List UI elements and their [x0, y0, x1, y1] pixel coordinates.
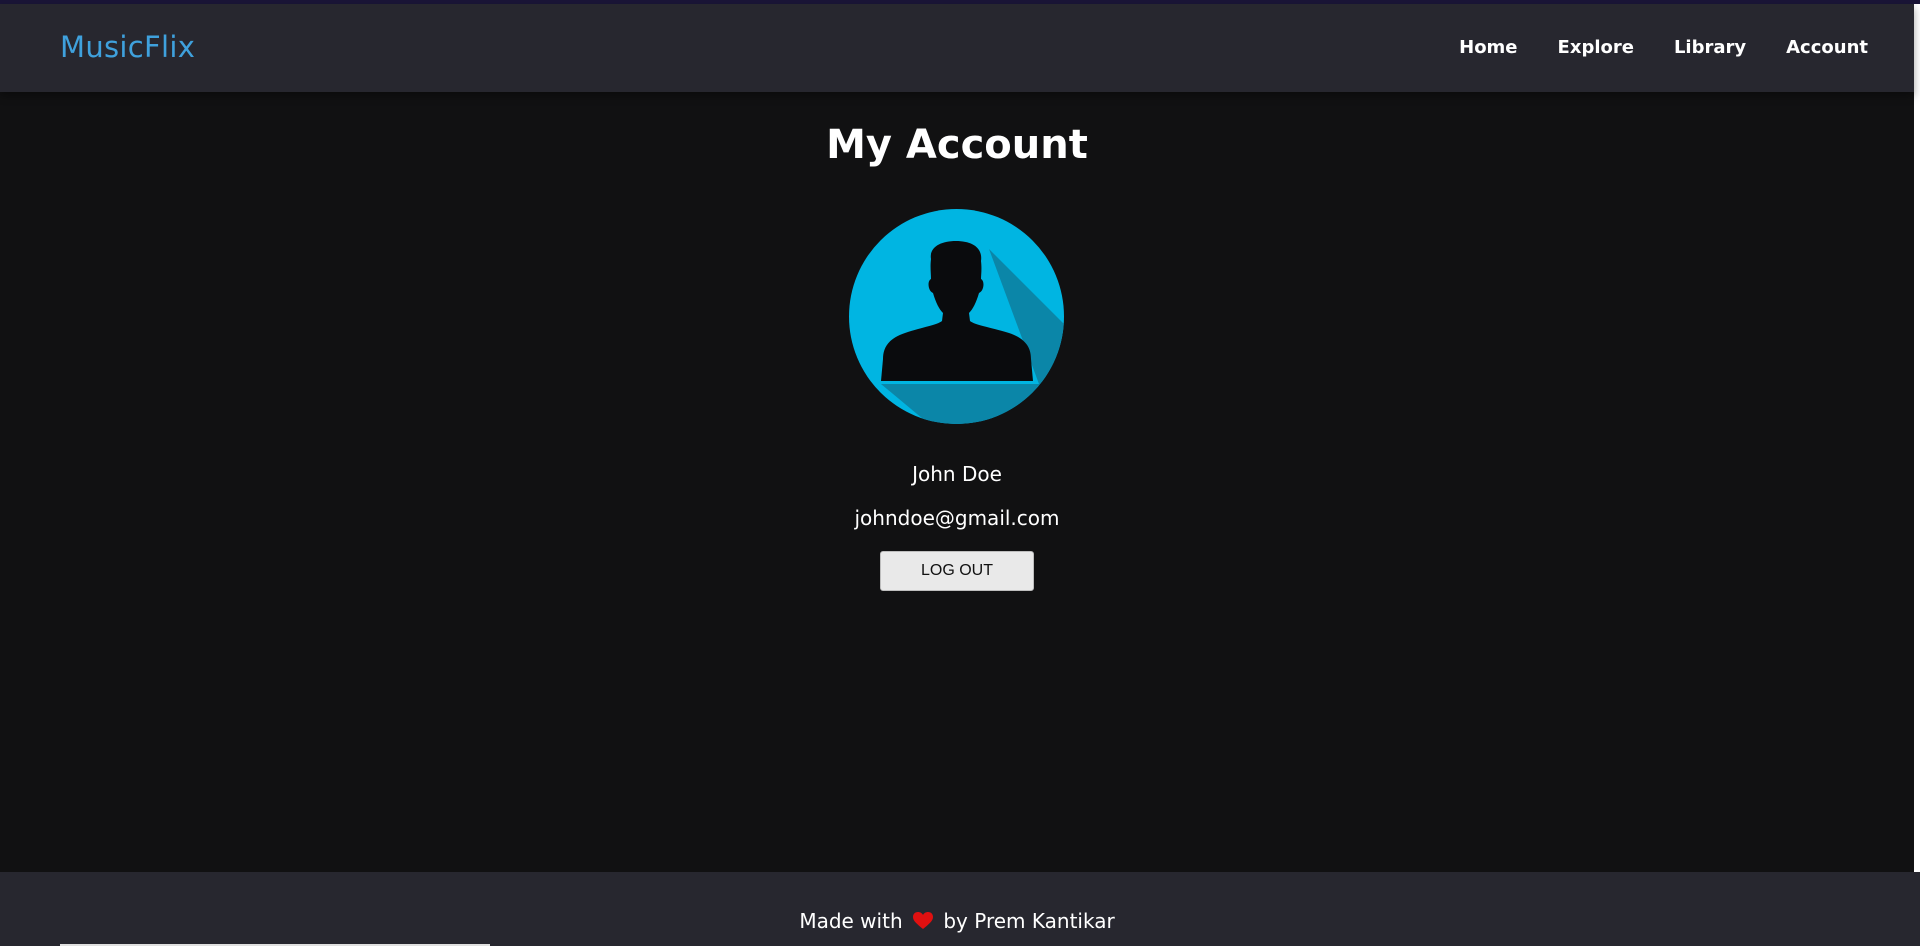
nav-link-library[interactable]: Library — [1674, 37, 1746, 58]
brand-logo-link[interactable]: MusicFlix — [60, 30, 195, 64]
footer-text-after: by Prem Kantikar — [943, 909, 1115, 933]
user-name: John Doe — [912, 462, 1002, 486]
page-title: My Account — [826, 122, 1088, 168]
footer-text-before: Made with — [799, 909, 903, 933]
scrollbar[interactable] — [1914, 4, 1920, 872]
nav-link-account[interactable]: Account — [1786, 37, 1868, 58]
footer-credit: Made with by Prem Kantikar — [0, 909, 1914, 935]
avatar — [849, 209, 1064, 424]
nav-links: Home Explore Library Account — [1419, 37, 1868, 58]
heart-icon — [912, 911, 933, 935]
nav-link-explore[interactable]: Explore — [1558, 37, 1634, 58]
navbar: MusicFlix Home Explore Library Account — [0, 4, 1914, 92]
user-email: johndoe@gmail.com — [854, 506, 1060, 530]
user-silhouette-icon — [849, 209, 1064, 424]
logout-button[interactable]: LOG OUT — [880, 551, 1034, 591]
nav-link-home[interactable]: Home — [1459, 37, 1517, 58]
footer: Made with by Prem Kantikar — [0, 872, 1920, 946]
account-page: My Account John Doe johndoe@gmail.com LO… — [0, 92, 1914, 872]
